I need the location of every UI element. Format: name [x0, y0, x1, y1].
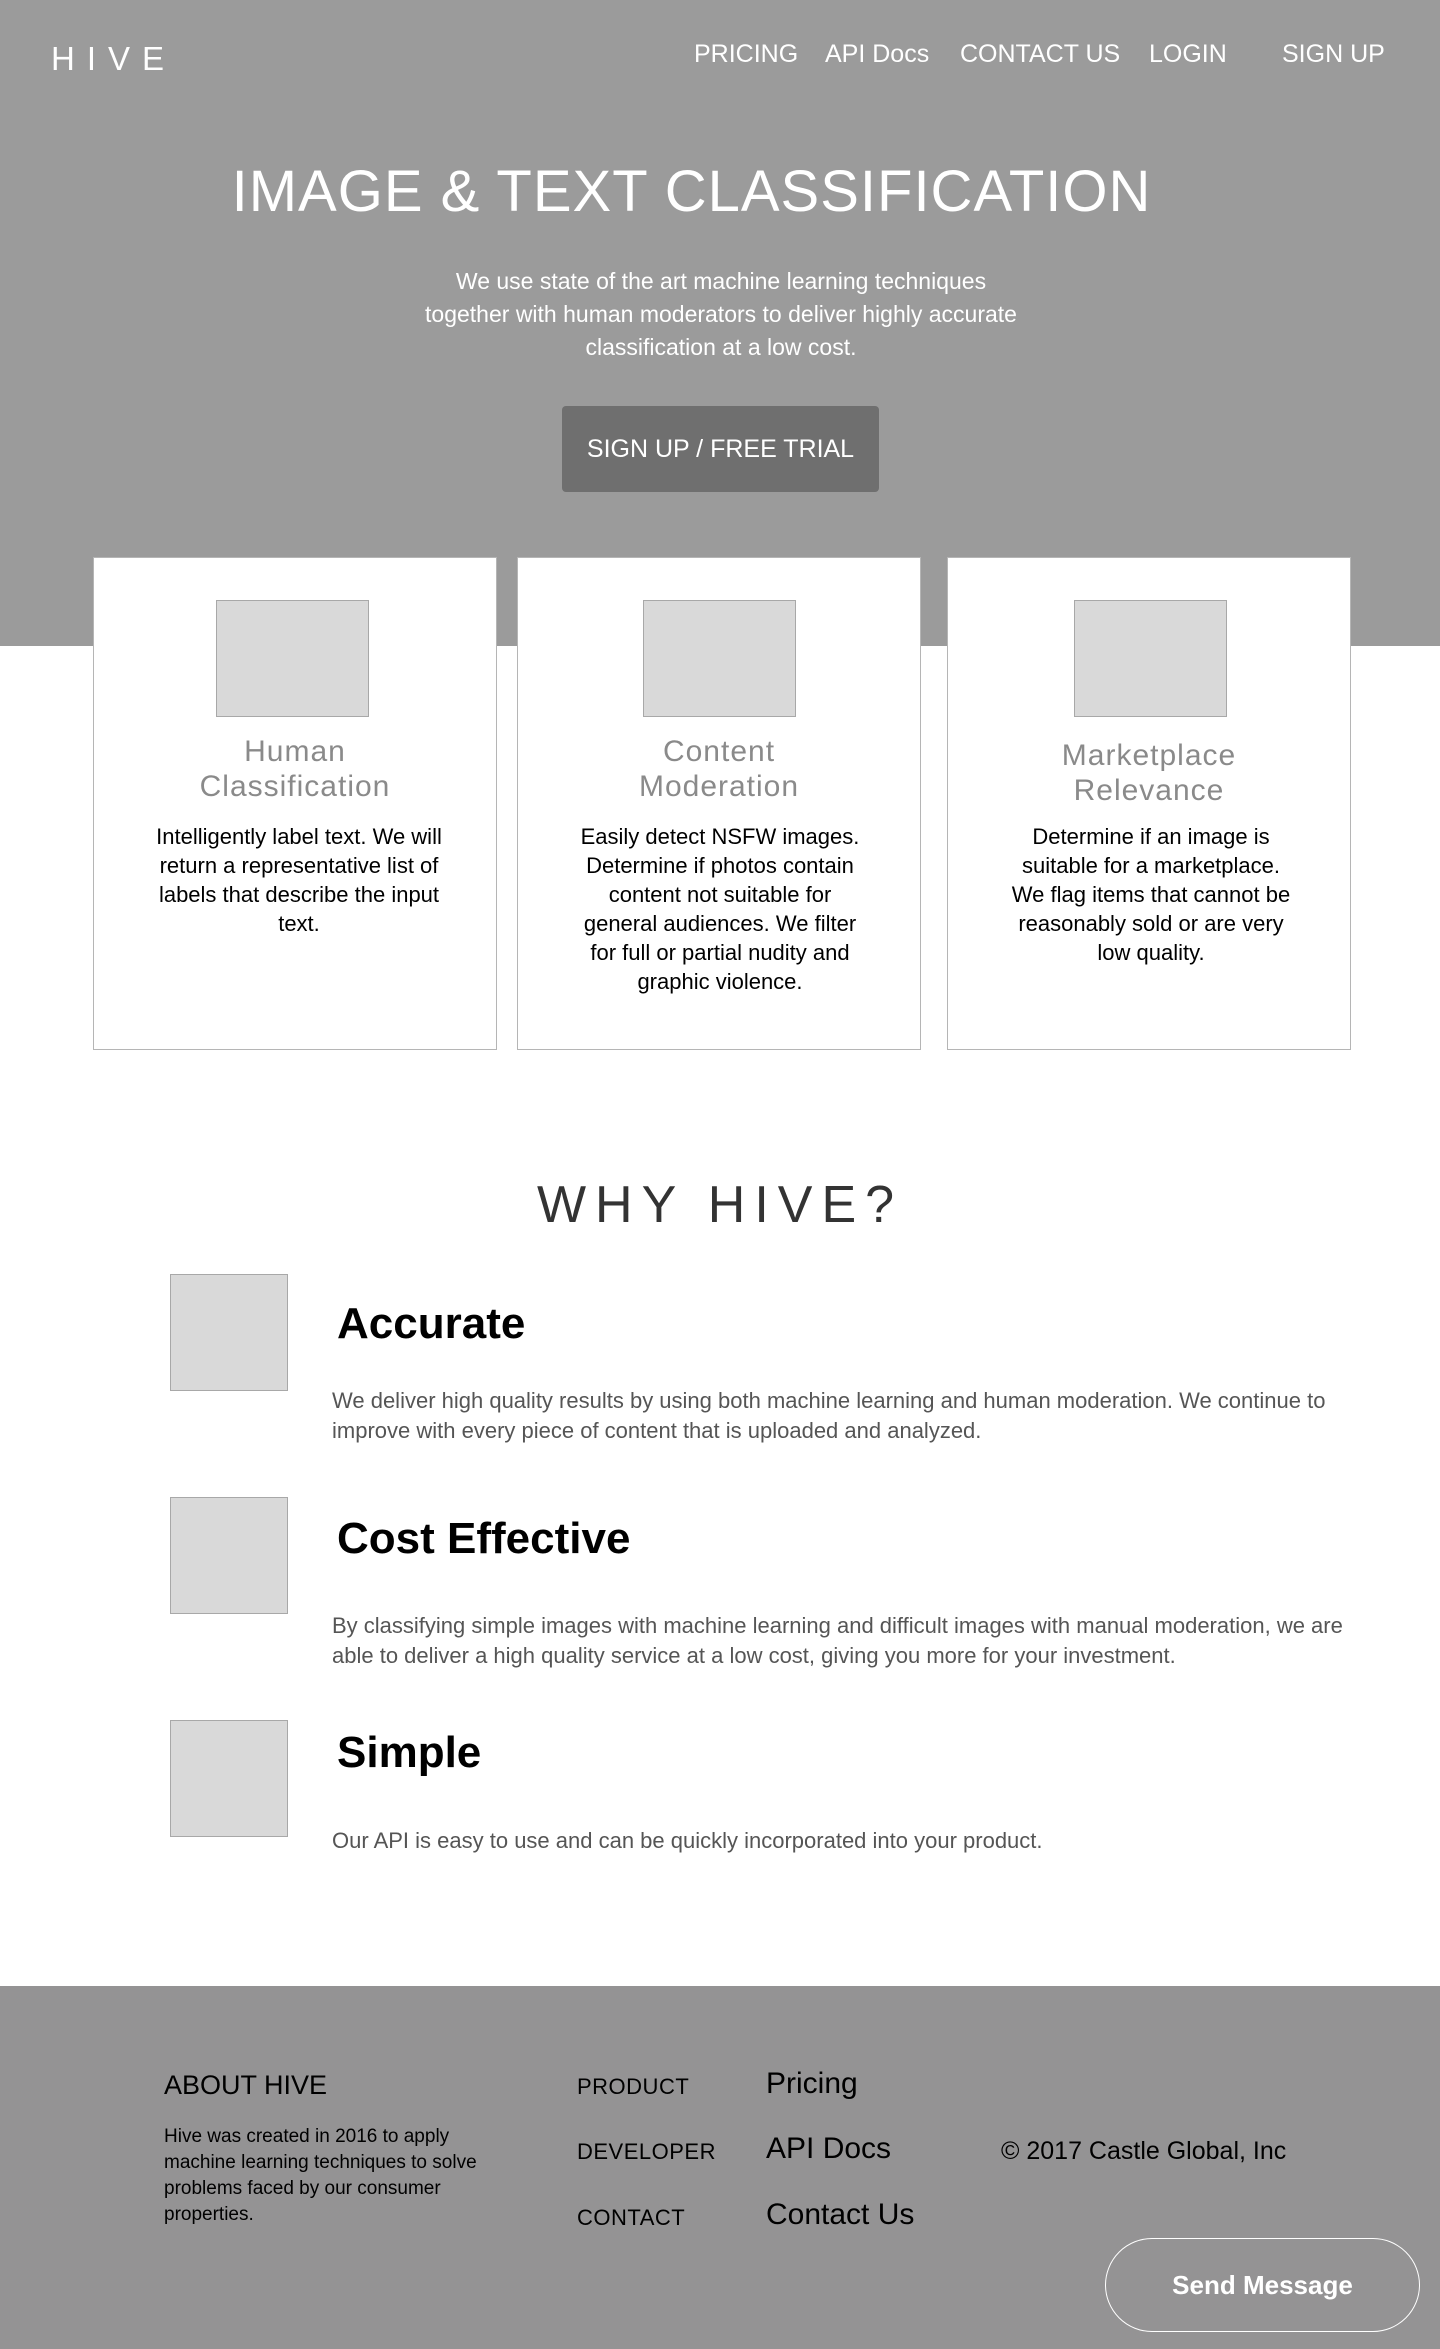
hero-title: IMAGE & TEXT CLASSIFICATION — [231, 159, 1152, 224]
footer-link-pricing[interactable]: Pricing — [766, 2067, 858, 2101]
card-text: Easily detect NSFW images. Determine if … — [580, 824, 860, 994]
footer-label-product: PRODUCT — [577, 2074, 690, 2099]
feature-title-accurate: Accurate — [337, 1299, 526, 1348]
card-title-line2: Moderation — [638, 770, 800, 803]
card-title: Human Classification — [94, 734, 496, 804]
feature-image-placeholder — [170, 1274, 288, 1391]
card-title-line1: Human — [244, 735, 346, 768]
card-title-line2: Relevance — [1073, 774, 1225, 807]
card-content-moderation: Content Moderation Easily detect NSFW im… — [517, 557, 921, 1050]
feature-title-cost-effective: Cost Effective — [337, 1514, 631, 1563]
feature-text-simple: Our API is easy to use and can be quickl… — [332, 1828, 1043, 1853]
card-human-classification: Human Classification Intelligently label… — [93, 557, 497, 1050]
why-hive-title: WHY HIVE? — [536, 1176, 904, 1234]
footer-link-api-docs[interactable]: API Docs — [766, 2132, 891, 2166]
card-title: Marketplace Relevance — [948, 738, 1350, 808]
card-marketplace-relevance: Marketplace Relevance Determine if an im… — [947, 557, 1351, 1050]
feature-text-accurate: We deliver high quality results by using… — [332, 1388, 1326, 1443]
footer-label-contact: CONTACT — [577, 2205, 686, 2230]
nav-pricing[interactable]: PRICING — [694, 40, 798, 69]
card-image-placeholder — [1074, 600, 1227, 717]
nav-sign-up[interactable]: SIGN UP — [1282, 40, 1385, 69]
footer-about-heading: ABOUT HIVE — [164, 2070, 328, 2100]
feature-image-placeholder — [170, 1497, 288, 1614]
footer-label-developer: DEVELOPER — [577, 2139, 716, 2164]
logo[interactable]: HIVE — [51, 40, 176, 78]
card-text: Intelligently label text. We will return… — [156, 824, 442, 936]
feature-text-cost-effective: By classifying simple images with machin… — [332, 1613, 1343, 1668]
nav-api-docs[interactable]: API Docs — [825, 40, 929, 69]
card-title: Content Moderation — [518, 734, 920, 804]
feature-image-placeholder — [170, 1720, 288, 1837]
footer-link-contact-us[interactable]: Contact Us — [766, 2198, 914, 2232]
footer-copyright: © 2017 Castle Global, Inc — [1001, 2137, 1287, 2165]
card-title-line1: Content — [662, 735, 776, 768]
card-image-placeholder — [643, 600, 796, 717]
card-text: Determine if an image is suitable for a … — [1011, 824, 1291, 965]
card-image-placeholder — [216, 600, 369, 717]
hero-subtitle: We use state of the art machine learning… — [425, 268, 1017, 360]
footer-about-text: Hive was created in 2016 to apply machin… — [164, 2126, 477, 2225]
nav-contact-us[interactable]: CONTACT US — [960, 40, 1120, 69]
signup-free-trial-button[interactable]: SIGN UP / FREE TRIAL — [562, 406, 879, 492]
card-title-line1: Marketplace — [1061, 739, 1237, 772]
feature-title-simple: Simple — [337, 1728, 482, 1777]
nav-login[interactable]: LOGIN — [1149, 40, 1227, 69]
card-title-line2: Classification — [199, 770, 391, 803]
send-message-button[interactable]: Send Message — [1105, 2238, 1420, 2332]
